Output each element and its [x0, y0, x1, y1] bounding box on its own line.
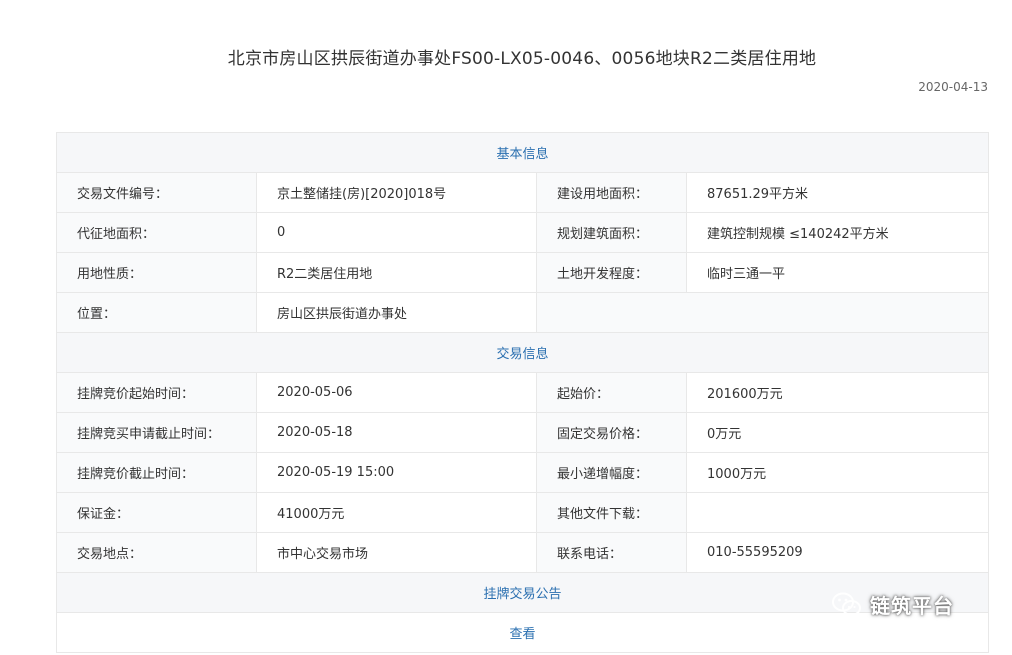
table-row: 保证金： 41000万元 其他文件下载：	[56, 492, 990, 533]
field-label: 固定交易价格：	[536, 412, 687, 453]
table-row: 挂牌竞价截止时间： 2020-05-19 15:00 最小递增幅度： 1000万…	[56, 452, 990, 493]
publish-date: 2020-04-13	[918, 80, 988, 94]
field-label: 联系电话：	[536, 532, 687, 573]
field-value: 房山区拱辰街道办事处	[256, 292, 537, 333]
field-value: 87651.29平方米	[685, 172, 990, 213]
field-value: 0	[256, 212, 537, 253]
field-label: 最小递增幅度：	[536, 452, 687, 493]
field-value: 1000万元	[685, 452, 990, 493]
section-header-trade-info: 交易信息	[55, 332, 990, 373]
field-label: 用地性质：	[56, 252, 257, 293]
field-label: 保证金：	[56, 492, 257, 533]
field-value: 临时三通一平	[685, 252, 990, 293]
field-label: 代征地面积：	[56, 212, 257, 253]
page-title: 北京市房山区拱辰街道办事处FS00-LX05-0046、0056地块R2二类居住…	[227, 49, 817, 69]
field-value: 2020-05-19 15:00	[256, 452, 537, 493]
table-row: 代征地面积： 0 规划建筑面积： 建筑控制规模 ≤140242平方米	[56, 212, 990, 253]
table-row: 位置： 房山区拱辰街道办事处	[56, 292, 990, 333]
field-label: 交易文件编号：	[56, 172, 257, 213]
field-value: 41000万元	[256, 492, 537, 533]
empty-cell	[535, 292, 990, 333]
watermark: 链筑平台	[832, 590, 954, 619]
field-value: 010-55595209	[685, 532, 990, 573]
watermark-text: 链筑平台	[870, 594, 954, 618]
table-row: 交易地点： 市中心交易市场 联系电话： 010-55595209	[56, 532, 990, 573]
field-label: 挂牌竞买申请截止时间：	[56, 412, 257, 453]
field-label: 起始价：	[536, 372, 687, 413]
table-row: 交易文件编号： 京土整储挂(房)[2020]018号 建设用地面积： 87651…	[56, 172, 990, 213]
field-value: 京土整储挂(房)[2020]018号	[256, 172, 537, 213]
field-label: 位置：	[56, 292, 257, 333]
field-label: 其他文件下载：	[536, 492, 687, 533]
download-files-cell[interactable]	[685, 492, 990, 533]
wechat-icon	[832, 592, 861, 616]
field-label: 建设用地面积：	[536, 172, 687, 213]
field-value: R2二类居住用地	[256, 252, 537, 293]
section-header-basic-info: 基本信息	[55, 132, 990, 173]
field-label: 交易地点：	[56, 532, 257, 573]
field-label: 挂牌竞价截止时间：	[56, 452, 257, 493]
field-value: 0万元	[685, 412, 990, 453]
table-row: 用地性质： R2二类居住用地 土地开发程度： 临时三通一平	[56, 252, 990, 293]
field-value: 2020-05-06	[256, 372, 537, 413]
section-title: 基本信息	[55, 132, 990, 173]
land-info-table: 基本信息 交易文件编号： 京土整储挂(房)[2020]018号 建设用地面积： …	[55, 132, 990, 653]
table-row: 挂牌竞买申请截止时间： 2020-05-18 固定交易价格： 0万元	[56, 412, 990, 453]
table-row: 挂牌竞价起始时间： 2020-05-06 起始价： 201600万元	[56, 372, 990, 413]
section-title: 交易信息	[55, 332, 990, 373]
field-value: 建筑控制规模 ≤140242平方米	[685, 212, 990, 253]
field-label: 挂牌竞价起始时间：	[56, 372, 257, 413]
field-label: 规划建筑面积：	[536, 212, 687, 253]
field-value: 市中心交易市场	[256, 532, 537, 573]
field-label: 土地开发程度：	[536, 252, 687, 293]
field-value: 2020-05-18	[256, 412, 537, 453]
field-value: 201600万元	[685, 372, 990, 413]
